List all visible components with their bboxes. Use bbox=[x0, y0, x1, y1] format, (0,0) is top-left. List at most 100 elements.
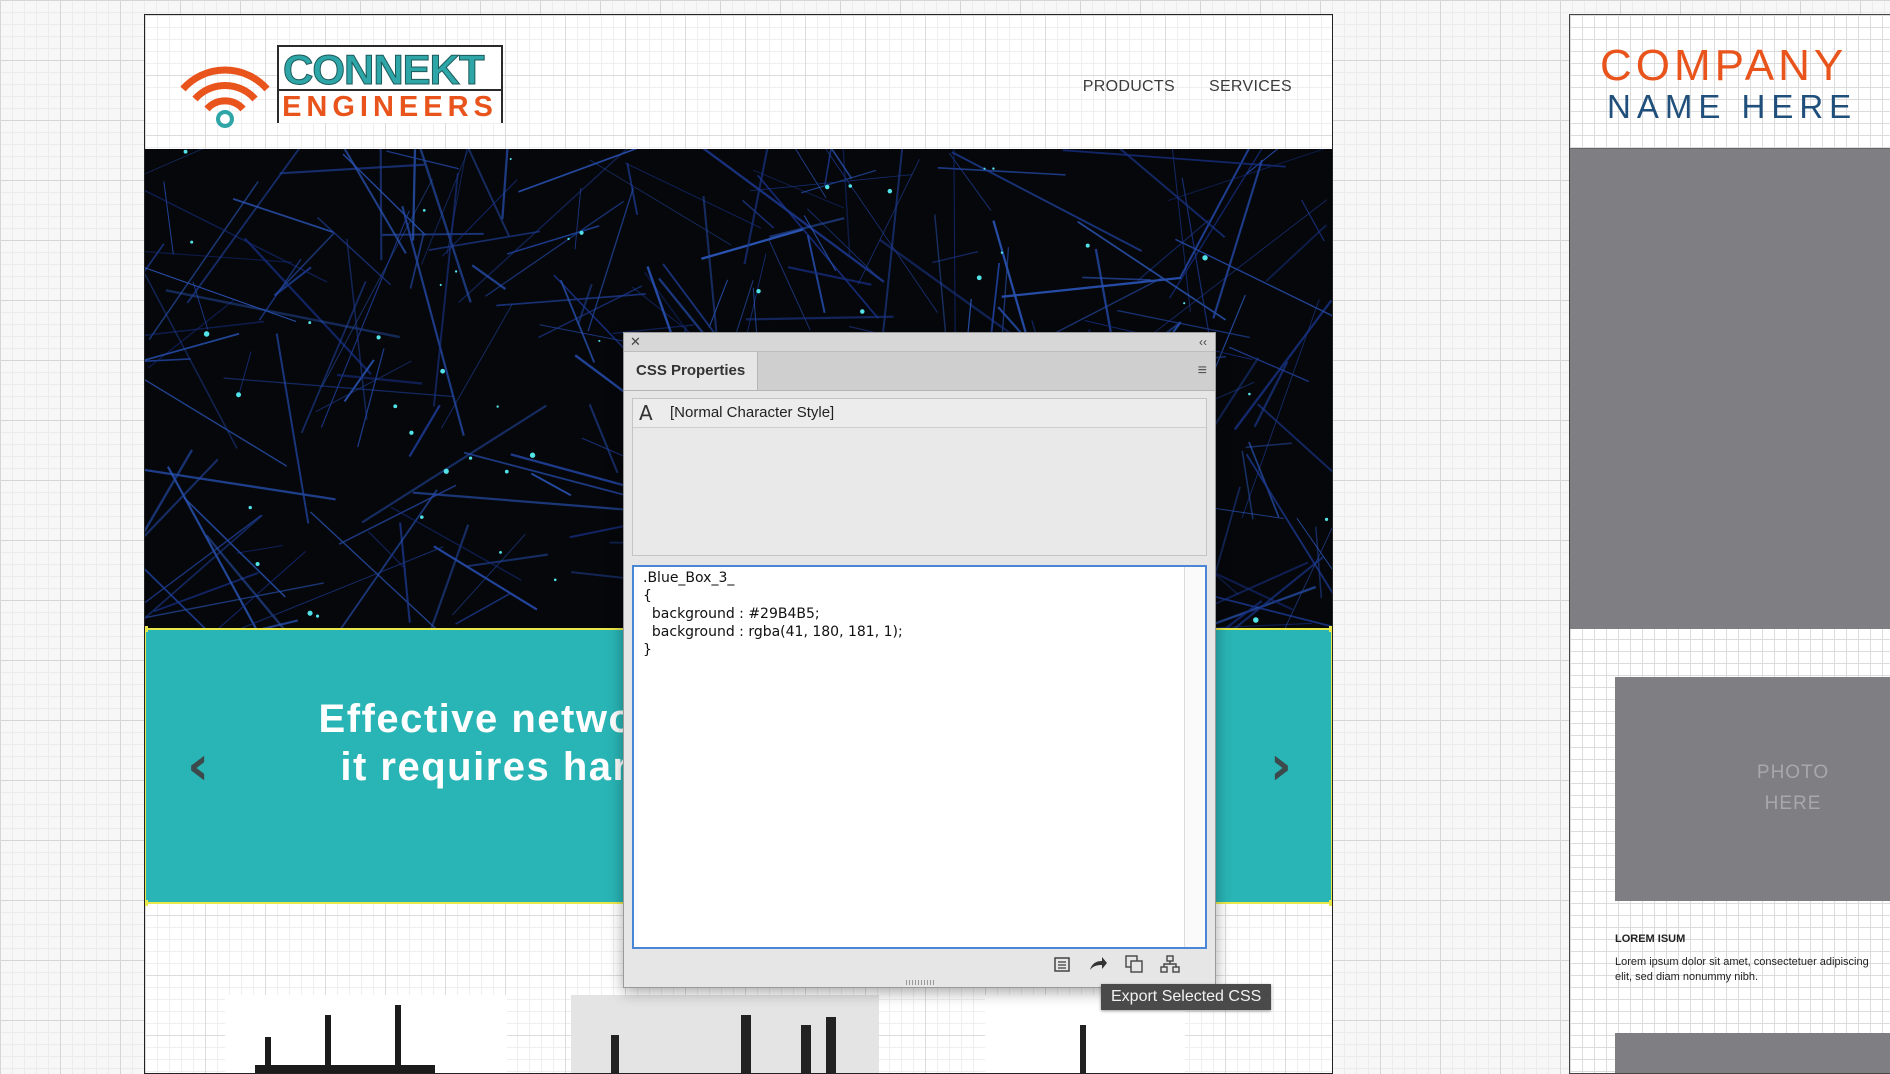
network-line bbox=[380, 149, 381, 260]
css-code-text[interactable]: .Blue_Box_3_ { background : #29B4B5; bac… bbox=[643, 569, 903, 659]
network-line bbox=[145, 322, 264, 341]
css-code-view[interactable]: .Blue_Box_3_ { background : #29B4B5; bac… bbox=[632, 565, 1207, 949]
network-node bbox=[444, 469, 449, 474]
network-line bbox=[1175, 239, 1332, 336]
router-image bbox=[571, 995, 879, 1074]
network-line bbox=[145, 376, 287, 466]
selection-handle[interactable] bbox=[144, 900, 148, 906]
close-icon[interactable]: ✕ bbox=[630, 333, 641, 351]
network-node bbox=[825, 185, 829, 189]
company-name-line-1: COMPANY bbox=[1600, 41, 1847, 91]
network-line bbox=[452, 534, 525, 615]
network-line bbox=[750, 175, 913, 191]
network-node bbox=[554, 578, 557, 581]
selection-handle[interactable] bbox=[144, 626, 148, 632]
network-line bbox=[810, 149, 937, 313]
photo-placeholder: PHOTO HERE bbox=[1615, 677, 1890, 901]
network-line bbox=[233, 199, 333, 232]
network-node bbox=[423, 209, 426, 212]
hierarchy-icon[interactable] bbox=[1159, 953, 1181, 975]
network-line bbox=[590, 160, 731, 245]
network-line bbox=[701, 229, 804, 259]
network-line bbox=[817, 149, 852, 179]
chevron-right-icon[interactable]: › bbox=[1270, 739, 1292, 793]
network-node bbox=[236, 392, 241, 397]
panel-menu-icon[interactable]: ≡ bbox=[1198, 362, 1207, 380]
network-line bbox=[1249, 442, 1279, 517]
network-line bbox=[518, 149, 702, 192]
style-list-item[interactable]: A [Normal Character Style] bbox=[633, 399, 1206, 428]
logo-word-engineers: ENGINEERS bbox=[279, 89, 501, 123]
network-line bbox=[275, 233, 335, 296]
network-line bbox=[938, 168, 1066, 175]
network-node bbox=[1183, 302, 1185, 304]
network-node bbox=[376, 335, 380, 339]
secondary-artboard: COMPANY NAME HERE PHOTO HERE LOREM ISUM … bbox=[1569, 14, 1890, 1074]
network-line bbox=[245, 238, 371, 374]
network-line bbox=[322, 179, 433, 387]
lorem-body: Lorem ipsum dolor sit amet, consectetuer… bbox=[1615, 955, 1890, 985]
network-node bbox=[256, 562, 260, 566]
network-line bbox=[459, 149, 633, 303]
network-line bbox=[420, 525, 468, 629]
network-line bbox=[145, 178, 327, 282]
network-node bbox=[530, 453, 535, 458]
collapse-icon[interactable]: ‹‹ bbox=[1199, 333, 1207, 351]
css-properties-panel[interactable]: ✕ ‹‹ CSS Properties ≡ A [Normal Characte… bbox=[623, 332, 1216, 988]
nav-products[interactable]: PRODUCTS bbox=[1083, 78, 1175, 96]
network-node bbox=[204, 331, 210, 337]
chevron-left-icon[interactable]: ‹ bbox=[187, 739, 209, 793]
network-line bbox=[1170, 149, 1289, 298]
company-logo: CONNEKT ENGINEERS bbox=[177, 45, 517, 140]
selection-handle[interactable] bbox=[1329, 900, 1333, 906]
network-node bbox=[1001, 252, 1003, 254]
panel-tabbar: CSS Properties ≡ bbox=[624, 352, 1215, 391]
panel-toolbar bbox=[1051, 953, 1181, 975]
network-node bbox=[579, 231, 583, 235]
network-line bbox=[339, 485, 456, 544]
share-arrow-icon[interactable] bbox=[1087, 953, 1109, 975]
resize-grip[interactable] bbox=[906, 980, 936, 985]
network-node bbox=[190, 241, 193, 244]
network-node bbox=[409, 431, 413, 435]
network-line bbox=[952, 152, 1142, 251]
network-line bbox=[1171, 149, 1190, 312]
network-node bbox=[510, 158, 512, 160]
selection-handle[interactable] bbox=[1329, 626, 1333, 632]
network-node bbox=[977, 275, 982, 280]
network-line bbox=[825, 149, 832, 186]
network-line bbox=[413, 493, 624, 510]
network-line bbox=[312, 490, 437, 629]
network-line bbox=[391, 507, 521, 580]
network-node bbox=[1325, 518, 1328, 521]
network-node bbox=[497, 405, 499, 407]
product-image bbox=[571, 995, 879, 1074]
list-icon[interactable] bbox=[1051, 953, 1073, 975]
network-line bbox=[280, 165, 425, 174]
network-node bbox=[499, 551, 502, 554]
panel-titlebar[interactable]: ✕ ‹‹ bbox=[624, 333, 1215, 352]
top-nav: PRODUCTS SERVICES bbox=[1083, 78, 1292, 96]
photo-label-line-2: HERE bbox=[1743, 788, 1843, 819]
lorem-title: LOREM ISUM bbox=[1615, 933, 1685, 945]
network-line bbox=[259, 259, 301, 320]
network-node bbox=[440, 369, 445, 374]
network-line bbox=[145, 359, 191, 363]
lorem-body-line-1: Lorem ipsum dolor sit amet, consectetuer… bbox=[1615, 955, 1890, 970]
product-image bbox=[225, 995, 507, 1074]
network-line bbox=[785, 149, 826, 198]
tab-css-properties[interactable]: CSS Properties bbox=[624, 352, 758, 390]
network-node bbox=[598, 340, 600, 342]
network-node bbox=[249, 506, 252, 509]
network-line bbox=[1266, 225, 1326, 281]
scrollbar[interactable] bbox=[1184, 567, 1205, 947]
network-node bbox=[983, 168, 985, 170]
network-line bbox=[858, 159, 920, 284]
export-css-icon[interactable] bbox=[1123, 953, 1145, 975]
network-node bbox=[1248, 393, 1251, 396]
network-line bbox=[456, 594, 510, 624]
logo-wordmark: CONNEKT ENGINEERS bbox=[277, 45, 503, 123]
nav-services[interactable]: SERVICES bbox=[1209, 78, 1292, 96]
network-line bbox=[166, 290, 400, 337]
network-line bbox=[502, 149, 509, 219]
